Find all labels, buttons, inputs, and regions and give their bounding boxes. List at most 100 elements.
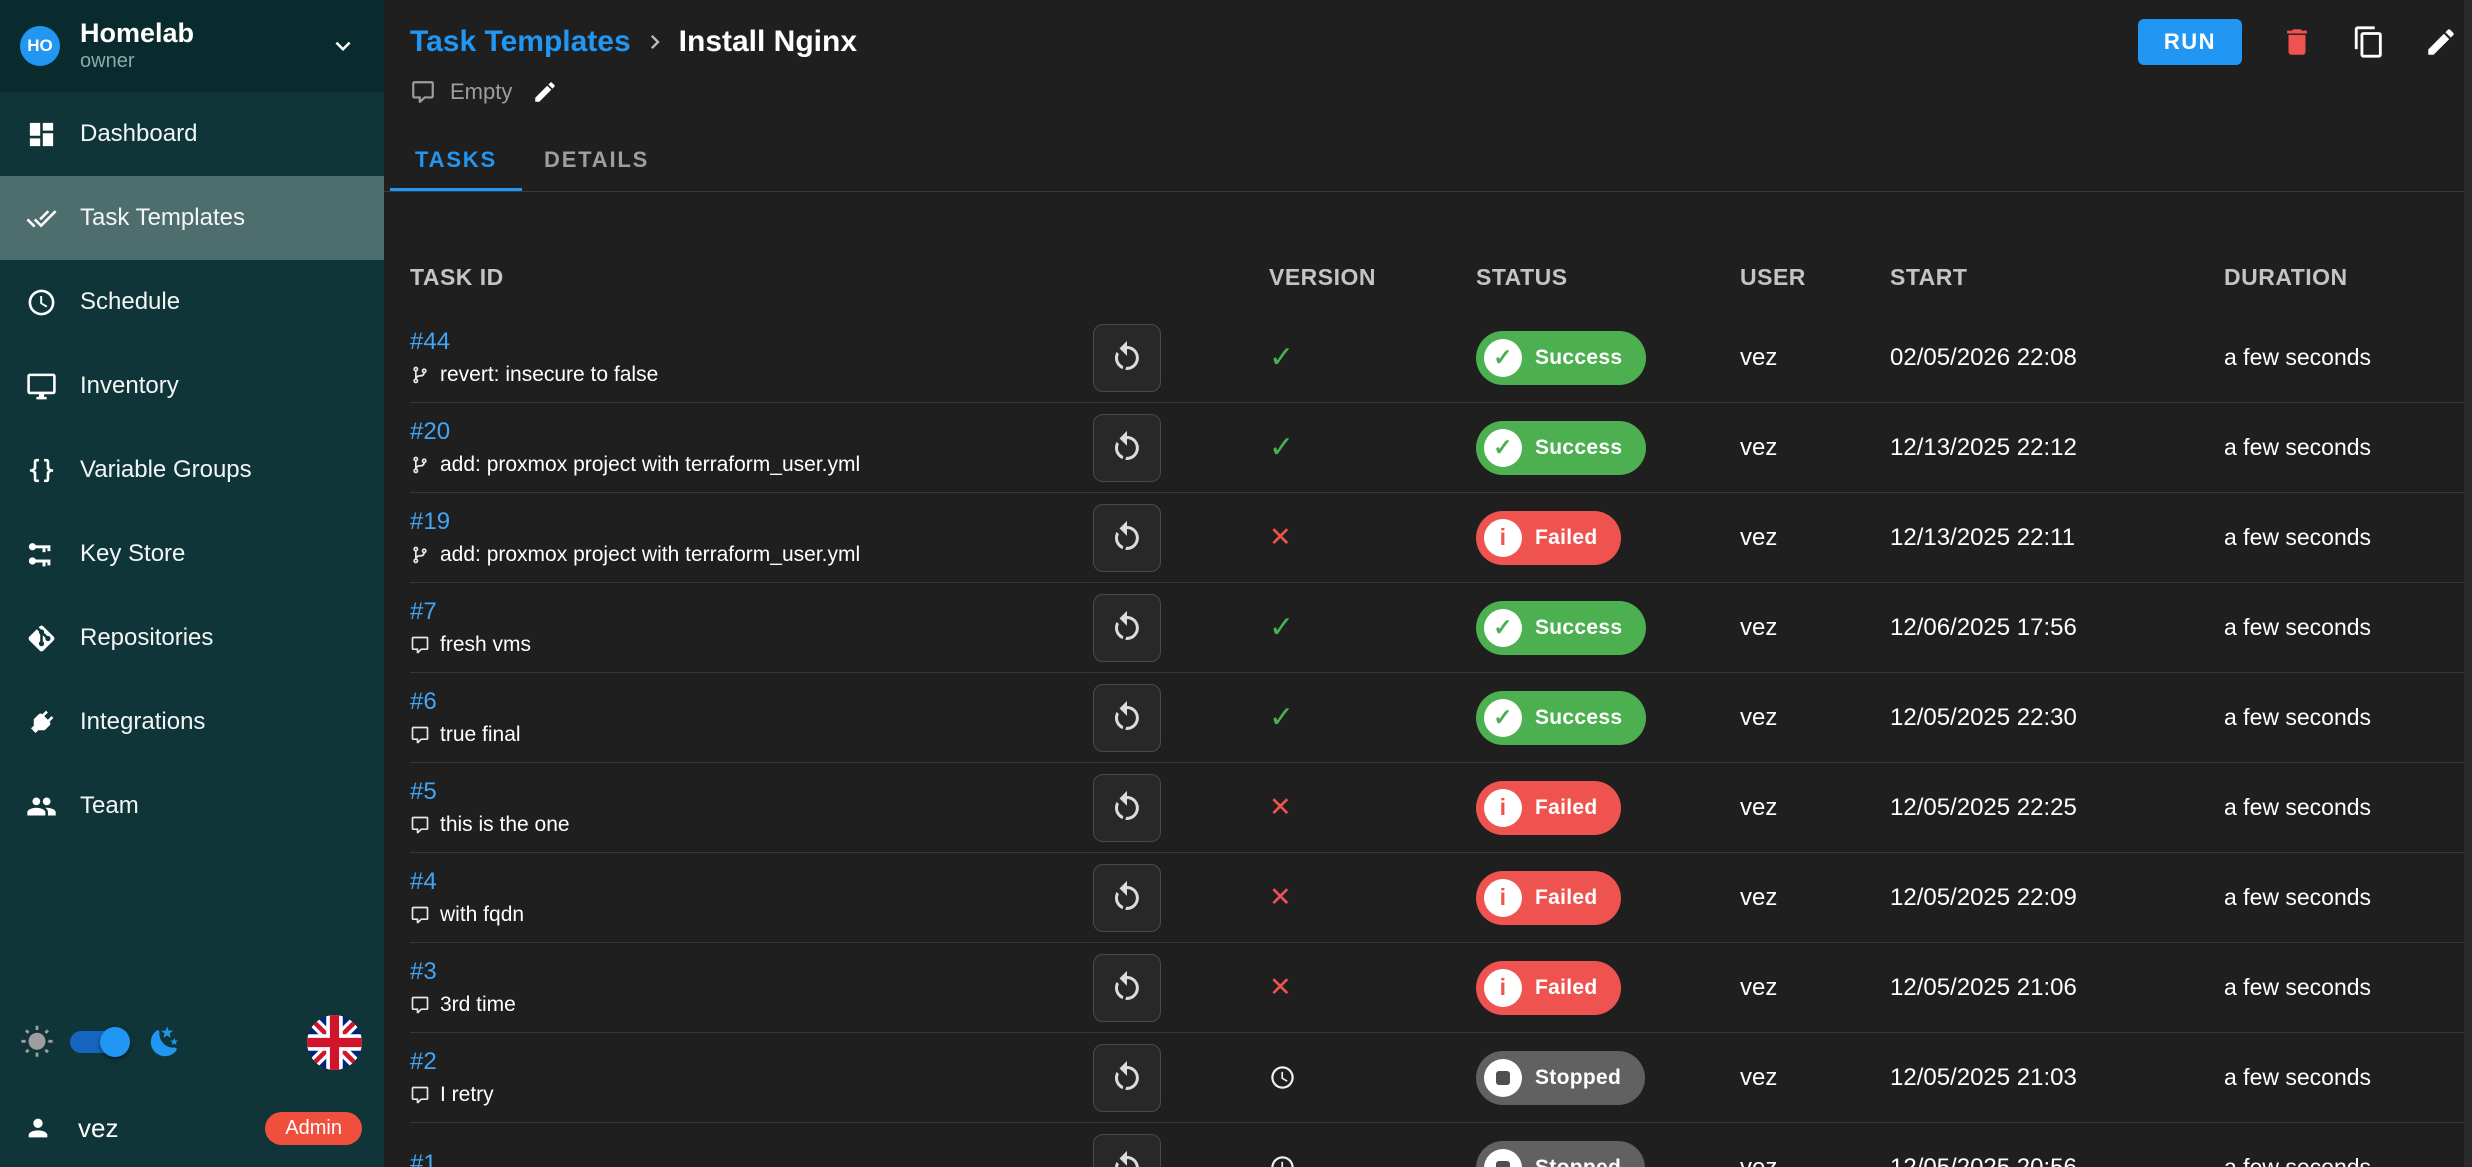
task-id-link[interactable]: #1 [410, 1150, 437, 1167]
sidebar-item-repositories[interactable]: Repositories [0, 596, 384, 680]
start-cell: 12/13/2025 22:12 [1890, 434, 2224, 462]
col-start: START [1890, 264, 2224, 313]
version-fail-icon: ✕ [1269, 882, 1292, 912]
task-id-link[interactable]: #19 [410, 508, 450, 536]
message-text: revert: insecure to false [440, 363, 658, 387]
table-row: #3 3rd time ✕ i Failed vez 12/05/2025 21… [410, 943, 2472, 1033]
version-ok-icon: ✓ [1269, 341, 1294, 374]
start-cell: 12/06/2025 17:56 [1890, 614, 2224, 642]
table-header: TASK ID VERSION STATUS USER START DURATI… [410, 192, 2472, 313]
retry-task-button[interactable] [1093, 1134, 1161, 1167]
sidebar-item-dashboard[interactable]: Dashboard [0, 92, 384, 176]
task-id-link[interactable]: #7 [410, 598, 437, 626]
table-row: #4 with fqdn ✕ i Failed vez 12/05/2025 2… [410, 853, 2472, 943]
account-icon [24, 1114, 52, 1142]
retry-task-button[interactable] [1093, 414, 1161, 482]
delete-icon[interactable] [2280, 25, 2314, 59]
task-cell: #20 add: proxmox project with terraform_… [410, 418, 1093, 477]
retry-cell [1093, 954, 1257, 1022]
retry-cell [1093, 414, 1257, 482]
retry-task-button[interactable] [1093, 324, 1161, 392]
status-badge: ✓ Success [1476, 601, 1646, 655]
sidebar-item-inventory[interactable]: Inventory [0, 344, 384, 428]
version-cell: ✓ [1257, 343, 1464, 373]
key-icon [24, 537, 58, 571]
tab-tasks[interactable]: TASKS [390, 132, 522, 191]
breadcrumb-parent-link[interactable]: Task Templates [410, 25, 631, 59]
task-id-link[interactable]: #5 [410, 778, 437, 806]
status-icon: ✓ [1484, 429, 1522, 467]
status-cell: i Failed [1464, 961, 1740, 1015]
retry-task-button[interactable] [1093, 594, 1161, 662]
comment-icon [410, 635, 430, 655]
retry-task-button[interactable] [1093, 864, 1161, 932]
status-label: Success [1535, 346, 1622, 370]
version-fail-icon: ✕ [1269, 522, 1292, 552]
source-branch-icon [410, 365, 430, 385]
retry-task-button[interactable] [1093, 684, 1161, 752]
col-status: STATUS [1464, 264, 1740, 313]
run-button[interactable]: RUN [2138, 19, 2242, 65]
status-icon: i [1484, 879, 1522, 917]
status-label: Stopped [1535, 1066, 1621, 1090]
tab-details[interactable]: DETAILS [522, 132, 671, 191]
project-name: Homelab [80, 19, 328, 47]
sidebar-item-integrations[interactable]: Integrations [0, 680, 384, 764]
status-cell: i Failed [1464, 511, 1740, 565]
dark-mode-toggle[interactable] [70, 1027, 128, 1057]
copy-icon[interactable] [2352, 25, 2386, 59]
start-cell: 12/05/2025 22:09 [1890, 884, 2224, 912]
user-cell: vez [1740, 434, 1890, 462]
user-row[interactable]: vez Admin [0, 1089, 384, 1167]
retry-task-button[interactable] [1093, 954, 1161, 1022]
sidebar-item-schedule[interactable]: Schedule [0, 260, 384, 344]
status-cell: Stopped [1464, 1051, 1740, 1105]
task-id-link[interactable]: #6 [410, 688, 437, 716]
duration-cell: a few seconds [2224, 974, 2472, 1001]
sidebar-item-team[interactable]: Team [0, 764, 384, 848]
project-selector[interactable]: HO Homelab owner [0, 0, 384, 92]
retry-task-button[interactable] [1093, 504, 1161, 572]
edit-description-pencil-icon[interactable] [532, 79, 558, 105]
sidebar-item-task-templates[interactable]: Task Templates [0, 176, 384, 260]
sidebar-item-label: Key Store [80, 540, 185, 568]
task-id-link[interactable]: #2 [410, 1048, 437, 1076]
task-cell: #1 [410, 1150, 1093, 1167]
user-cell: vez [1740, 344, 1890, 372]
project-meta: Homelab owner [80, 19, 328, 73]
col-duration: DURATION [2224, 264, 2472, 313]
task-id-link[interactable]: #44 [410, 328, 450, 356]
sidebar-item-variable-groups[interactable]: Variable Groups [0, 428, 384, 512]
task-cell: #19 add: proxmox project with terraform_… [410, 508, 1093, 567]
uk-flag-icon[interactable] [307, 1015, 362, 1070]
pencil-icon[interactable] [2424, 25, 2458, 59]
duration-cell: a few seconds [2224, 794, 2472, 821]
scrollbar[interactable] [2464, 0, 2472, 1167]
retry-task-button[interactable] [1093, 774, 1161, 842]
task-id-link[interactable]: #3 [410, 958, 437, 986]
start-cell: 12/05/2025 20:56 [1890, 1154, 2224, 1167]
user-cell: vez [1740, 1154, 1890, 1167]
table-row: #20 add: proxmox project with terraform_… [410, 403, 2472, 493]
table-row: #1 Stopped vez 12/05/2025 20:56 a few se… [410, 1123, 2472, 1167]
comment-icon [410, 79, 436, 105]
task-message: add: proxmox project with terraform_user… [410, 543, 1093, 567]
sidebar-item-label: Dashboard [80, 120, 197, 148]
project-role: owner [80, 50, 328, 73]
task-id-link[interactable]: #4 [410, 868, 437, 896]
message-text: I retry [440, 1083, 494, 1107]
retry-task-button[interactable] [1093, 1044, 1161, 1112]
page-title: Install Nginx [679, 25, 857, 59]
sidebar-item-key-store[interactable]: Key Store [0, 512, 384, 596]
table-row: #7 fresh vms ✓ ✓ Success vez 12/06/2025 … [410, 583, 2472, 673]
user-cell: vez [1740, 974, 1890, 1002]
status-cell: ✓ Success [1464, 601, 1740, 655]
message-text: add: proxmox project with terraform_user… [440, 543, 860, 567]
topbar: Task Templates Install Nginx RUN [410, 0, 2472, 68]
version-ok-icon: ✓ [1269, 611, 1294, 644]
version-pending-clock-icon [1269, 1154, 1464, 1167]
task-id-link[interactable]: #20 [410, 418, 450, 446]
col-user: USER [1740, 264, 1890, 313]
task-message: I retry [410, 1083, 1093, 1107]
start-cell: 12/13/2025 22:11 [1890, 524, 2224, 552]
